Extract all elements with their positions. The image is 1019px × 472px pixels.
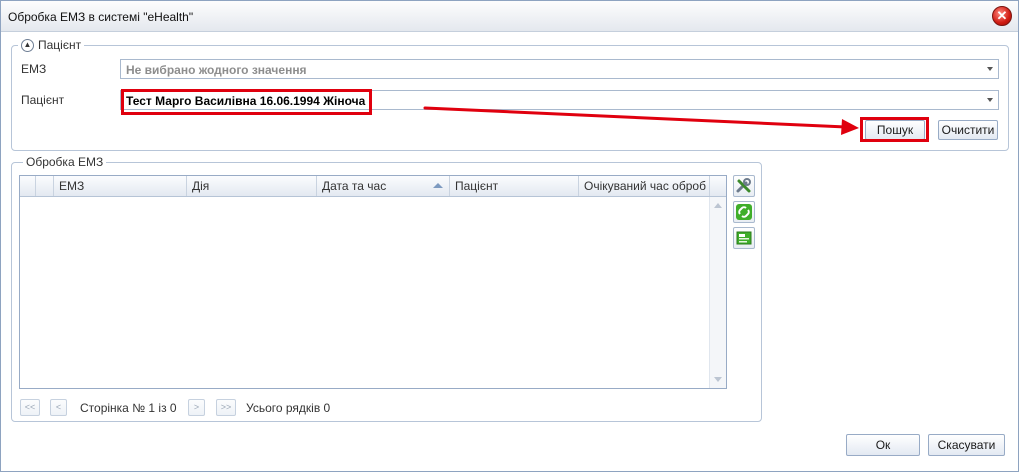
emz-group-legend: Обробка ЕМЗ — [23, 155, 107, 169]
indicator-column-header — [36, 176, 54, 196]
pager-next-button[interactable]: > — [188, 399, 205, 416]
pager-last-button[interactable]: >> — [216, 399, 236, 416]
dialog-content: ▲ Пацієнт ЕМЗ Не вибрано жодного значенн… — [1, 32, 1018, 471]
link-icon — [736, 204, 752, 220]
sort-asc-icon — [433, 183, 443, 188]
pager-first-button[interactable]: << — [20, 399, 40, 416]
tools-icon — [736, 178, 751, 193]
clear-button[interactable]: Очистити — [938, 120, 998, 140]
emz-group-title: Обробка ЕМЗ — [26, 155, 104, 169]
search-button[interactable]: Пошук — [865, 120, 925, 140]
column-header-emz[interactable]: ЕМЗ — [54, 176, 187, 196]
pager-prev-button[interactable]: < — [50, 399, 67, 416]
column-header-patient[interactable]: Пацієнт — [450, 176, 579, 196]
grid-vertical-scrollbar[interactable] — [709, 197, 726, 388]
window-title: Обробка ЕМЗ в системі "eHealth" — [8, 10, 194, 24]
close-icon[interactable]: ✕ — [992, 6, 1012, 26]
column-header-datetime-label: Дата та час — [322, 179, 387, 193]
scroll-down-icon[interactable] — [714, 377, 722, 382]
grid-header: ЕМЗ Дія Дата та час Пацієнт Очікуваний ч… — [20, 176, 726, 197]
column-header-action[interactable]: Дія — [187, 176, 317, 196]
page-indicator: Сторінка № 1 із 0 — [80, 401, 177, 415]
select-column-header[interactable] — [20, 176, 36, 196]
column-header-expected-time[interactable]: Очікуваний час оброб — [579, 176, 710, 196]
emz-grid: ЕМЗ Дія Дата та час Пацієнт Очікуваний ч… — [19, 175, 727, 389]
link-button[interactable] — [733, 201, 755, 223]
dialog-window: Обробка ЕМЗ в системі "eHealth" ✕ ▲ Паці… — [0, 0, 1019, 472]
scroll-up-icon[interactable] — [714, 203, 722, 208]
column-header-datetime[interactable]: Дата та час — [317, 176, 450, 196]
cancel-button[interactable]: Скасувати — [928, 434, 1005, 456]
card-icon — [736, 231, 752, 245]
card-button[interactable] — [733, 227, 755, 249]
tools-button[interactable] — [733, 175, 755, 197]
ok-button[interactable]: Ок — [846, 434, 920, 456]
total-rows-label: Усього рядків 0 — [246, 401, 331, 415]
title-bar[interactable]: Обробка ЕМЗ в системі "eHealth" ✕ — [1, 1, 1018, 32]
